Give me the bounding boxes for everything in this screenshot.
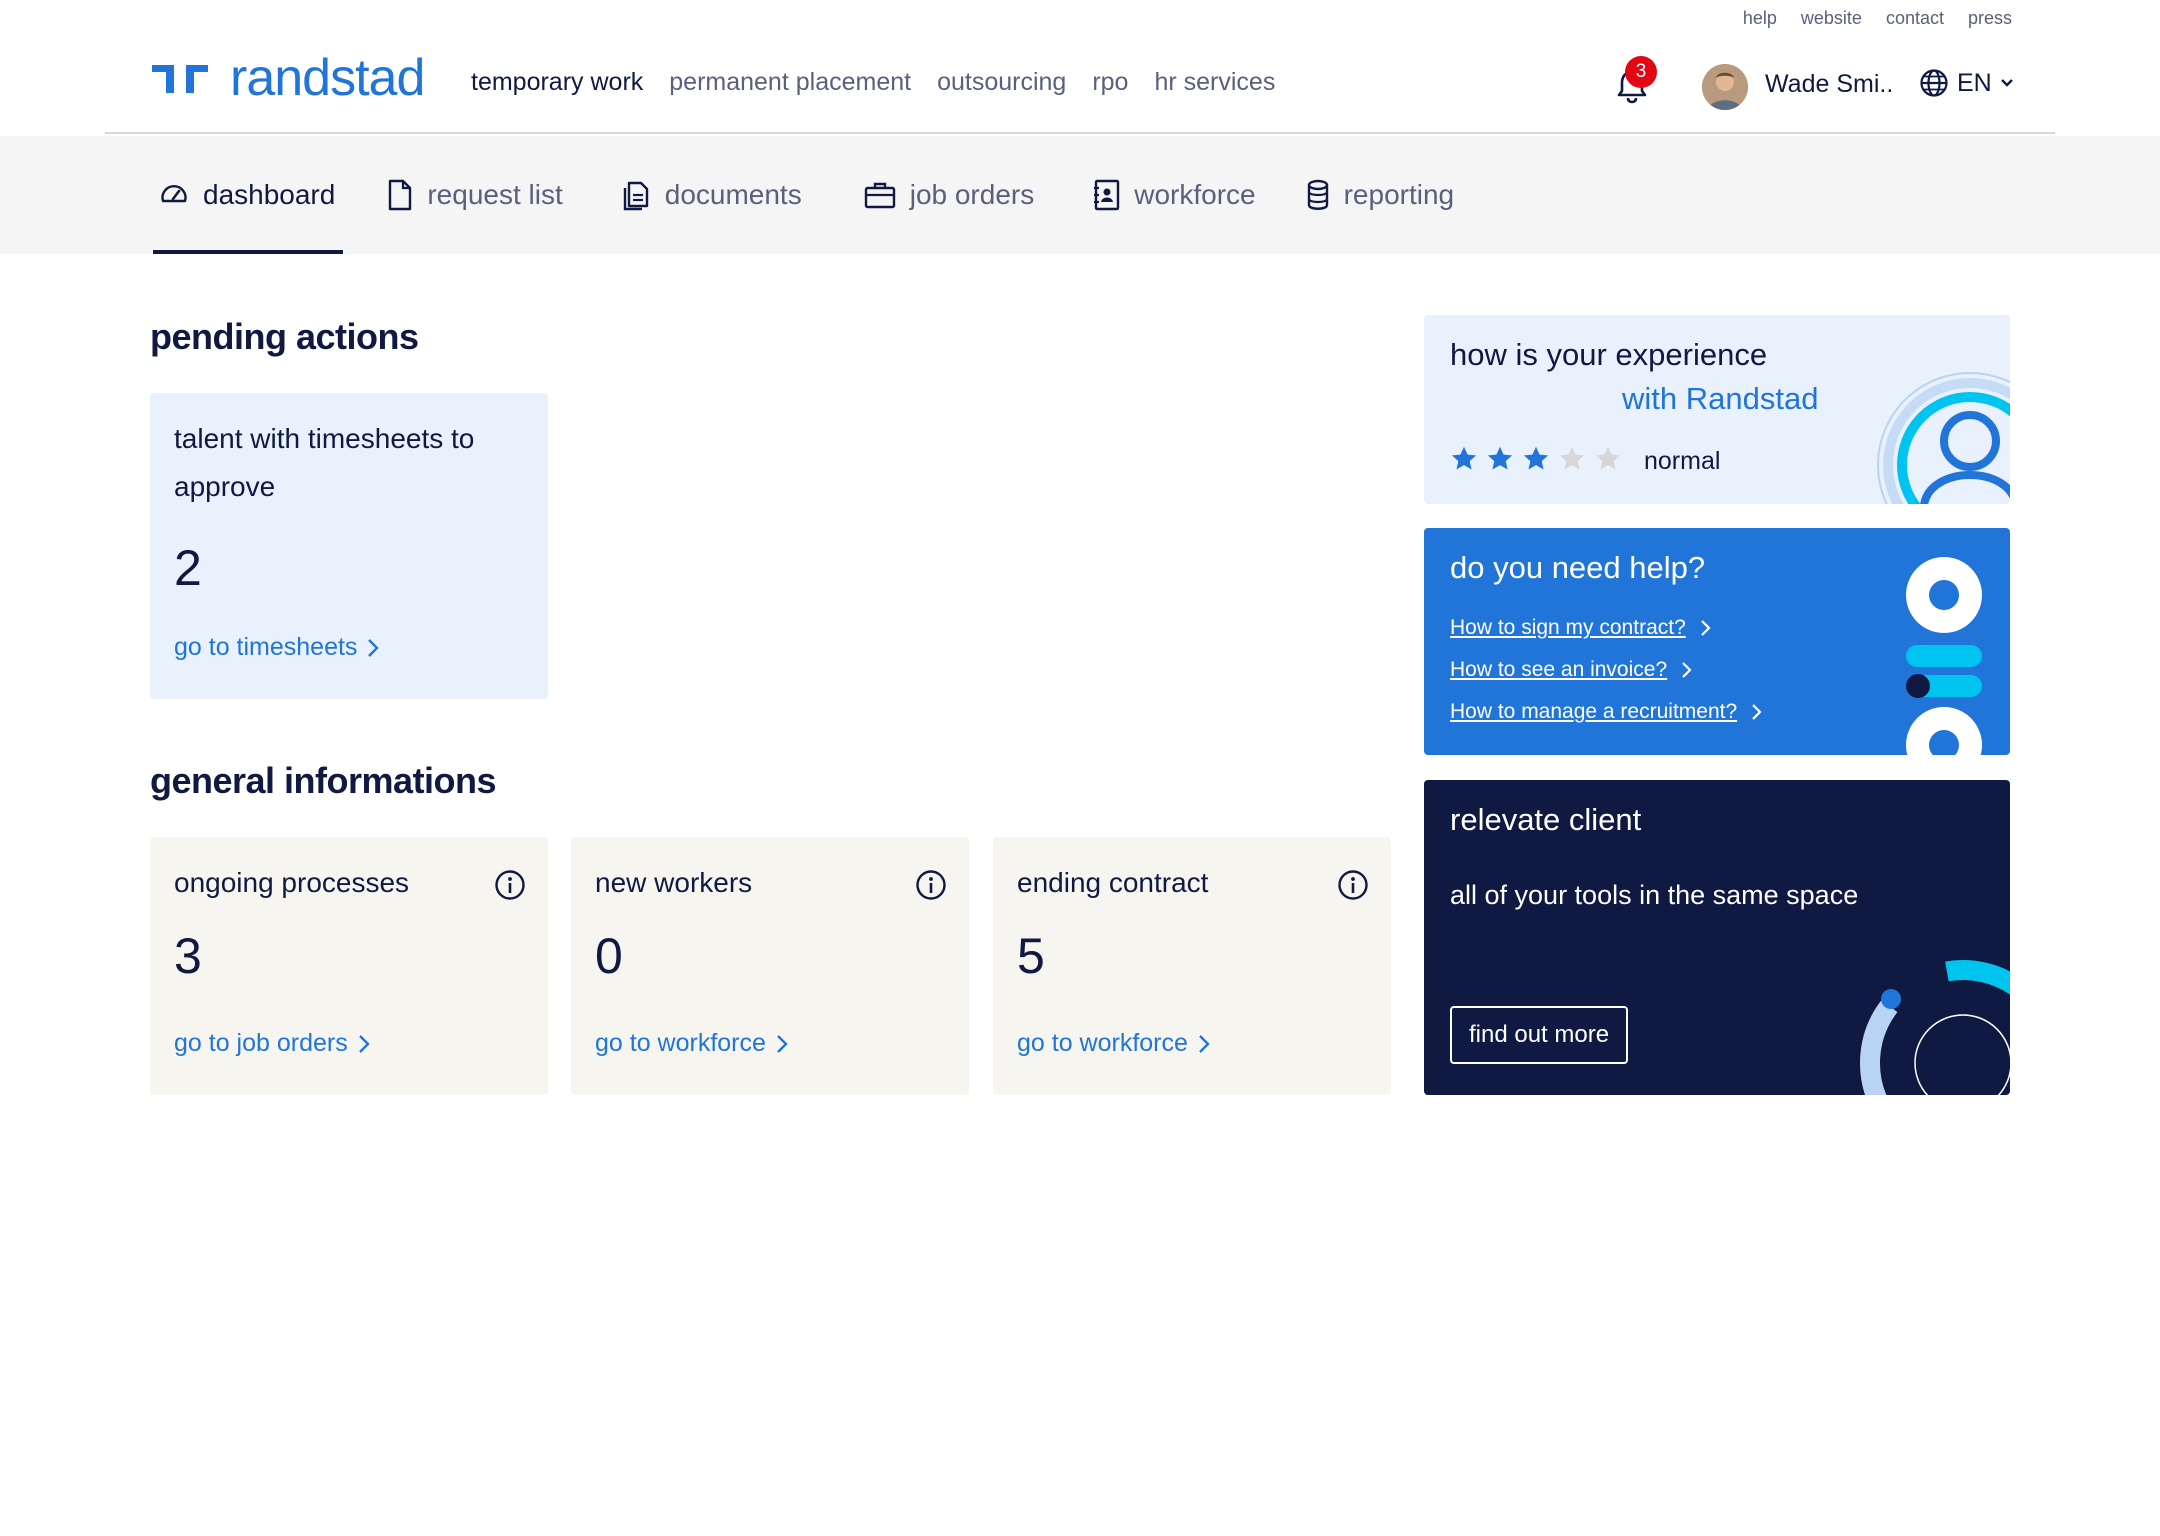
main-nav-rpo[interactable]: rpo: [1092, 68, 1128, 97]
link-label: go to workforce: [1017, 1029, 1188, 1057]
main-nav: temporary work permanent placement outso…: [471, 68, 1275, 97]
link-label: go to job orders: [174, 1029, 348, 1057]
top-link-website[interactable]: website: [1801, 8, 1862, 29]
tab-dashboard[interactable]: dashboard: [153, 136, 344, 254]
find-out-more-button[interactable]: find out more: [1450, 1006, 1629, 1064]
timesheets-pending-card: talent with timesheets to approve 2 go t…: [150, 393, 548, 699]
link-label: go to workforce: [595, 1029, 766, 1057]
top-link-help[interactable]: help: [1743, 8, 1777, 29]
card-value: 0: [595, 928, 623, 984]
tab-label: request list: [427, 179, 563, 210]
user-profile-illustration-icon: [1877, 372, 2010, 504]
top-utility-links: help website contact press: [1743, 8, 2012, 29]
globe-icon: [1920, 69, 1948, 97]
card-value: 2: [174, 540, 202, 596]
contact-book-icon: [1094, 179, 1120, 211]
chevron-right-icon: [1700, 620, 1711, 636]
chevron-right-icon: [1752, 704, 1762, 720]
chevron-right-icon: [358, 1034, 370, 1053]
tab-label: job orders: [909, 179, 1035, 210]
tab-workforce[interactable]: workforce: [1092, 136, 1256, 254]
pending-actions-title: pending actions: [150, 316, 419, 357]
star-icon[interactable]: [1522, 445, 1550, 473]
main-nav-temporary-work[interactable]: temporary work: [471, 68, 643, 97]
go-to-workforce-link[interactable]: go to workforce: [1017, 1029, 1210, 1058]
notification-count-badge: 3: [1625, 56, 1657, 88]
tab-label: dashboard: [203, 179, 336, 210]
star-rating[interactable]: [1450, 445, 1622, 473]
ending-contract-card: ending contract 5 go to workforce: [993, 837, 1391, 1095]
chevron-right-icon: [777, 1034, 788, 1053]
document-icon: [389, 179, 412, 211]
help-link-manage-recruitment[interactable]: How to manage a recruitment?: [1450, 700, 1762, 724]
link-label: How to sign my contract?: [1450, 616, 1686, 639]
help-link-sign-contract[interactable]: How to sign my contract?: [1450, 616, 1711, 640]
main-nav-hr-services[interactable]: hr services: [1154, 68, 1275, 97]
chevron-right-icon: [1199, 1034, 1210, 1053]
dashboard-tab-bar: dashboard request list documents job ord…: [0, 136, 2160, 254]
go-to-workforce-link[interactable]: go to workforce: [595, 1029, 788, 1058]
promo-decoration-icon: [1860, 960, 2010, 1095]
top-link-contact[interactable]: contact: [1886, 8, 1944, 29]
star-icon[interactable]: [1486, 445, 1514, 473]
card-value: 3: [174, 928, 202, 984]
help-card: do you need help? How to sign my contrac…: [1424, 528, 2010, 755]
tab-label: reporting: [1343, 179, 1455, 210]
experience-rating-card: how is your experience with Randstad nor…: [1424, 315, 2010, 504]
link-label: How to manage a recruitment?: [1450, 700, 1738, 723]
link-label: go to timesheets: [174, 633, 358, 661]
experience-question: how is your experience: [1450, 337, 1768, 372]
rating-label: normal: [1644, 447, 1721, 475]
chevron-down-icon: [2000, 79, 2013, 87]
promo-title: relevate client: [1450, 802, 1642, 837]
chevron-right-icon: [368, 638, 380, 657]
main-nav-permanent-placement[interactable]: permanent placement: [669, 68, 911, 97]
help-link-see-invoice[interactable]: How to see an invoice?: [1450, 658, 1692, 682]
card-title: new workers: [595, 867, 753, 898]
ongoing-processes-card: ongoing processes 3 go to job orders: [150, 837, 548, 1095]
link-label: How to see an invoice?: [1450, 658, 1668, 681]
avatar[interactable]: [1702, 64, 1748, 110]
general-informations-title: general informations: [150, 760, 497, 801]
top-link-press[interactable]: press: [1968, 8, 2012, 29]
card-title: ending contract: [1017, 867, 1209, 898]
new-workers-card: new workers 0 go to workforce: [571, 837, 969, 1095]
help-title: do you need help?: [1450, 550, 1706, 585]
star-icon[interactable]: [1558, 445, 1586, 473]
dashboard-gauge-icon: [161, 184, 187, 203]
site-header: randstad temporary work permanent placem…: [105, 48, 2055, 134]
star-icon[interactable]: [1594, 445, 1622, 473]
info-icon[interactable]: [915, 869, 947, 901]
go-to-job-orders-link[interactable]: go to job orders: [174, 1029, 370, 1058]
brand-name: randstad: [230, 49, 425, 107]
help-decoration-icon: [1906, 557, 1982, 755]
language-code: EN: [1957, 68, 1992, 97]
randstad-logo[interactable]: randstad: [150, 49, 425, 107]
tab-reporting[interactable]: reporting: [1306, 136, 1455, 254]
briefcase-icon: [864, 182, 895, 209]
tab-documents[interactable]: documents: [621, 136, 802, 254]
user-name[interactable]: Wade Smi..: [1765, 70, 1893, 99]
main-nav-outsourcing[interactable]: outsourcing: [937, 68, 1066, 97]
tab-label: documents: [664, 179, 802, 210]
info-icon[interactable]: [494, 869, 526, 901]
card-value: 5: [1017, 928, 1045, 984]
card-title: ongoing processes: [174, 867, 410, 898]
database-icon: [1307, 179, 1328, 210]
tab-request-list[interactable]: request list: [387, 136, 563, 254]
card-title: talent with timesheets to approve: [174, 423, 475, 502]
experience-question-brand: with Randstad: [1622, 381, 1819, 416]
tab-job-orders[interactable]: job orders: [864, 136, 1035, 254]
avatar-photo-icon: [1702, 64, 1748, 110]
promo-subtitle: all of your tools in the same space: [1450, 880, 1859, 910]
relevate-client-promo-card: relevate client all of your tools in the…: [1424, 780, 2010, 1095]
info-icon[interactable]: [1337, 869, 1369, 901]
documents-icon: [623, 181, 648, 211]
tab-label: workforce: [1134, 179, 1256, 210]
go-to-timesheets-link[interactable]: go to timesheets: [174, 633, 380, 662]
randstad-logo-mark-icon: [152, 65, 208, 93]
language-selector[interactable]: EN: [1919, 68, 2014, 98]
chevron-right-icon: [1682, 662, 1692, 678]
star-icon[interactable]: [1450, 445, 1478, 473]
